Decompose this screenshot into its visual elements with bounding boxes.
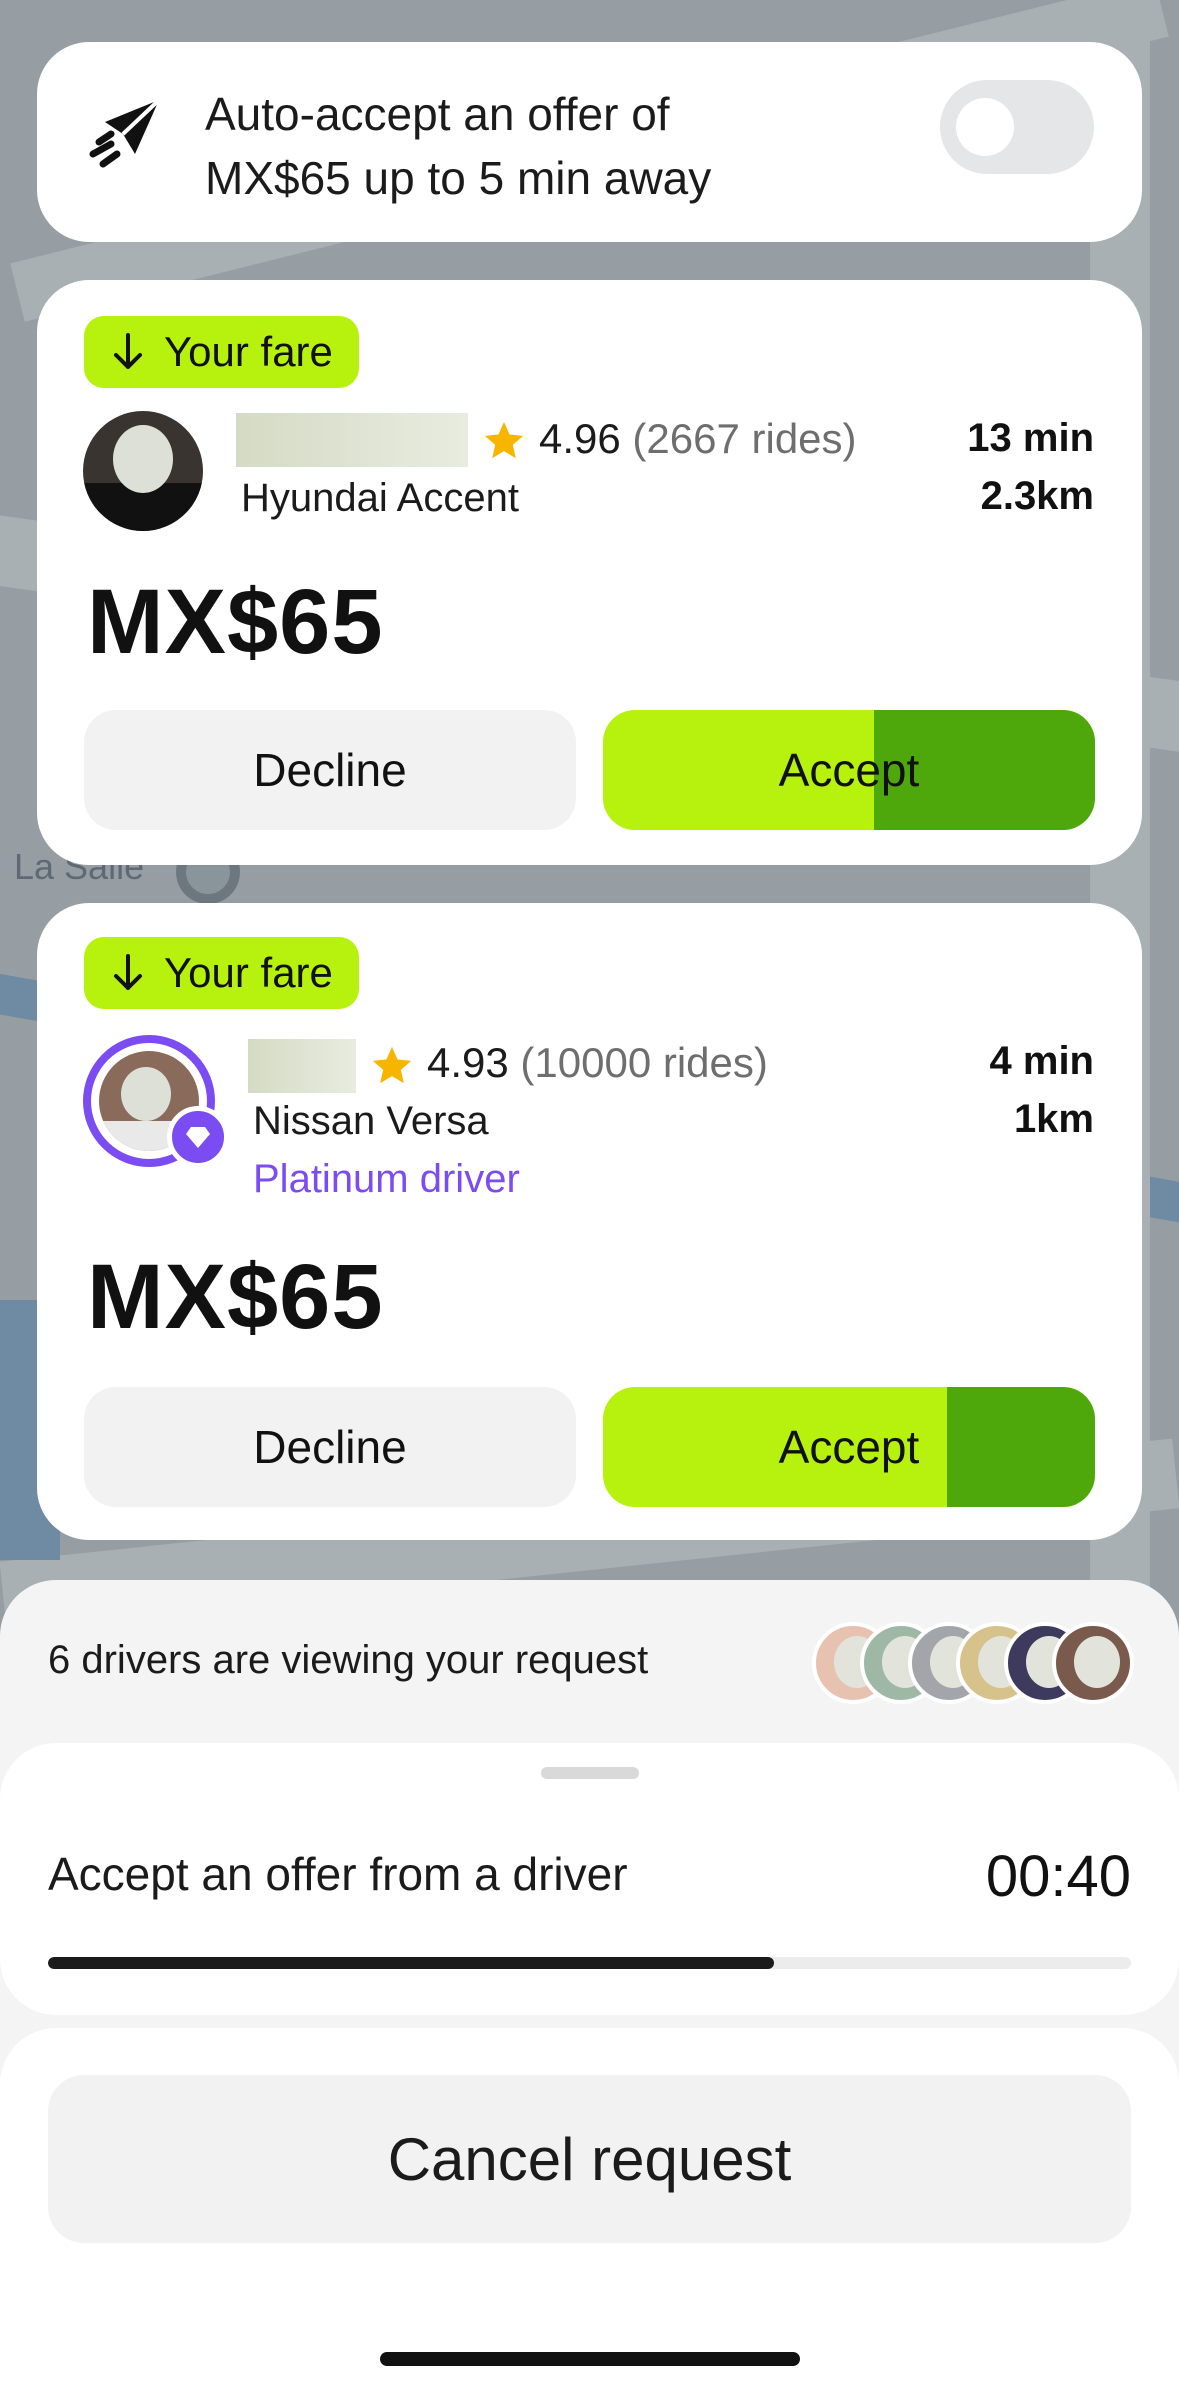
paper-plane-fast-icon [89, 98, 161, 168]
timer-label: Accept an offer from a driver [48, 1848, 628, 1900]
avatar-face-blur [1074, 1636, 1120, 1688]
driver-avatar[interactable] [83, 411, 203, 531]
your-fare-tag: Your fare [84, 937, 359, 1009]
viewer-avatar [1052, 1622, 1134, 1704]
offer-timer-card: Accept an offer from a driver 00:40 [0, 1743, 1179, 2015]
timer-progress-fill [48, 1957, 774, 1969]
timer-countdown: 00:40 [985, 1844, 1131, 1909]
driver-rating: 4.93 (10000 rides) [427, 1039, 768, 1087]
home-indicator [380, 2352, 800, 2366]
platinum-driver-label: Platinum driver [253, 1157, 520, 1201]
rides-count: (10000 rides) [520, 1039, 768, 1086]
car-model: Nissan Versa [253, 1099, 489, 1143]
eta-time: 4 min [989, 1039, 1094, 1083]
arrow-down-icon [114, 954, 142, 990]
drivers-viewing-text: 6 drivers are viewing your request [48, 1638, 649, 1682]
decline-label: Decline [253, 744, 407, 796]
drag-handle[interactable] [541, 1767, 639, 1779]
auto-accept-line2: MX$65 up to 5 min away [205, 152, 712, 204]
driver-rating: 4.96 (2667 rides) [539, 415, 857, 463]
your-fare-label: Your fare [164, 328, 333, 375]
accept-label: Accept [778, 744, 920, 796]
auto-accept-text: Auto-accept an offer of MX$65 up to 5 mi… [205, 82, 711, 210]
auto-accept-toggle[interactable] [940, 80, 1094, 174]
star-icon [372, 1046, 412, 1084]
driver-name-redacted [248, 1039, 356, 1093]
star-icon [484, 421, 524, 459]
cancel-card: Cancel request [0, 2028, 1179, 2396]
your-fare-tag: Your fare [84, 316, 359, 388]
offer-price: MX$65 [87, 1246, 384, 1348]
accept-countdown-fill [947, 1387, 1095, 1507]
diamond-icon [186, 1127, 210, 1148]
cancel-request-label: Cancel request [387, 2125, 792, 2193]
eta-time: 13 min [967, 416, 1094, 460]
bottom-sheet: 6 drivers are viewing your request Accep… [0, 1580, 1179, 2396]
auto-accept-line1: Auto-accept an offer of [205, 88, 670, 140]
timer-progress-bar [48, 1957, 1131, 1969]
car-model: Hyundai Accent [241, 476, 519, 520]
avatar-face-blur [121, 1067, 171, 1121]
arrow-down-icon [114, 333, 142, 369]
decline-label: Decline [253, 1421, 407, 1473]
driver-name-redacted [236, 413, 468, 467]
accept-label: Accept [778, 1421, 920, 1473]
toggle-knob [956, 98, 1014, 156]
accept-button[interactable]: Accept [603, 710, 1095, 830]
rides-count: (2667 rides) [632, 415, 857, 462]
offer-card: Your fare 4.93 (10000 rides) Nissan Vers… [37, 903, 1142, 1540]
eta-distance: 2.3km [980, 474, 1094, 518]
decline-button[interactable]: Decline [84, 710, 576, 830]
offer-price: MX$65 [87, 571, 384, 673]
rating-value: 4.93 [427, 1039, 509, 1086]
decline-button[interactable]: Decline [84, 1387, 576, 1507]
cancel-request-button[interactable]: Cancel request [48, 2075, 1131, 2243]
offer-card: Your fare 4.96 (2667 rides) Hyundai Acce… [37, 280, 1142, 865]
auto-accept-card: Auto-accept an offer of MX$65 up to 5 mi… [37, 42, 1142, 242]
platinum-badge [167, 1106, 229, 1168]
avatar-face-blur [113, 425, 173, 493]
rating-value: 4.96 [539, 415, 621, 462]
accept-button[interactable]: Accept [603, 1387, 1095, 1507]
eta-distance: 1km [1013, 1097, 1094, 1141]
your-fare-label: Your fare [164, 949, 333, 996]
driver-avatar-stack [812, 1622, 1134, 1704]
